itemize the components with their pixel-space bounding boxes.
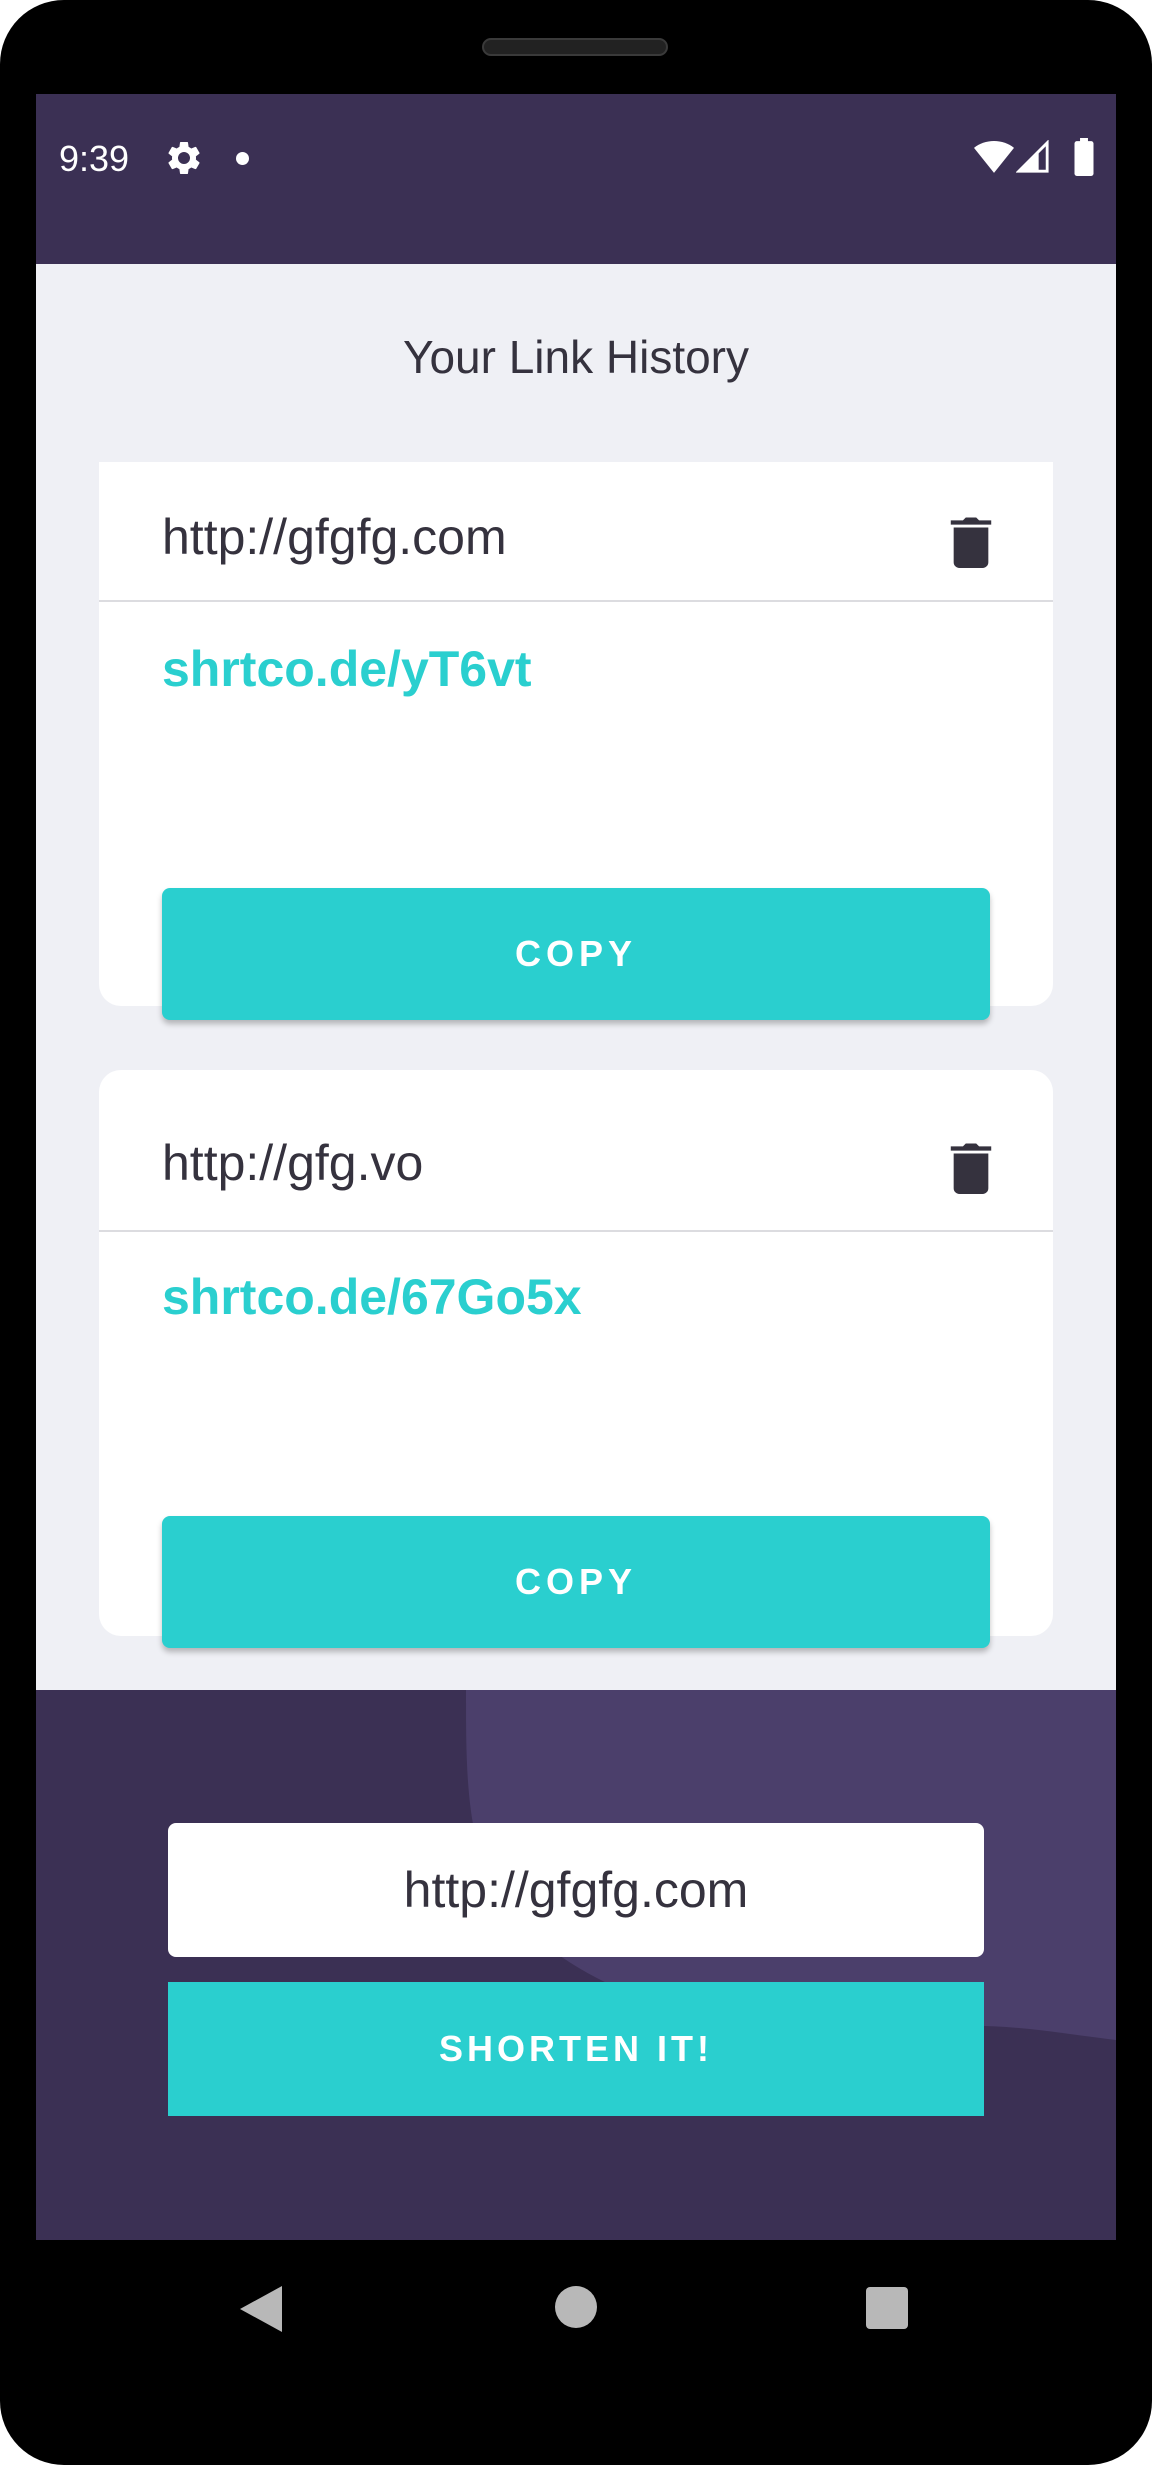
trash-icon[interactable] xyxy=(950,516,992,568)
speaker-grille xyxy=(482,38,668,56)
url-input[interactable] xyxy=(168,1823,984,1957)
card-divider xyxy=(99,1230,1053,1232)
page-title: Your Link History xyxy=(402,331,749,383)
battery-icon xyxy=(1074,138,1094,176)
copy-button[interactable]: COPY xyxy=(162,1516,990,1648)
short-url: shrtco.de/yT6vt xyxy=(162,641,532,697)
original-url: http://gfg.vo xyxy=(162,1135,424,1191)
card-divider xyxy=(99,600,1053,602)
status-time: 9:39 xyxy=(59,138,130,179)
back-icon[interactable] xyxy=(238,2286,282,2332)
gear-icon xyxy=(168,141,200,174)
shorten-form-panel: SHORTEN IT! xyxy=(36,1690,1116,2240)
navigation-bar xyxy=(0,2240,1152,2374)
notification-dot-icon xyxy=(236,152,249,165)
short-url: shrtco.de/67Go5x xyxy=(162,1269,582,1325)
copy-button[interactable]: COPY xyxy=(162,888,990,1020)
status-bar: 9:39 xyxy=(36,94,1116,264)
shorten-button[interactable]: SHORTEN IT! xyxy=(168,1982,984,2116)
phone-frame: 9:39 Your Link History http://gfgfg.com xyxy=(0,0,1152,2465)
recents-icon[interactable] xyxy=(866,2287,908,2329)
link-card: http://gfg.vo shrtco.de/67Go5x COPY xyxy=(99,1070,1053,1648)
original-url: http://gfgfg.com xyxy=(162,509,507,565)
signal-icon xyxy=(1016,140,1049,173)
trash-icon[interactable] xyxy=(950,1142,992,1194)
app-screen: 9:39 Your Link History http://gfgfg.com xyxy=(36,94,1116,2240)
home-icon[interactable] xyxy=(555,2286,597,2328)
wifi-icon xyxy=(974,141,1014,173)
link-card: http://gfgfg.com shrtco.de/yT6vt COPY xyxy=(99,462,1053,1020)
decorative-background-shape xyxy=(466,1690,1116,2040)
